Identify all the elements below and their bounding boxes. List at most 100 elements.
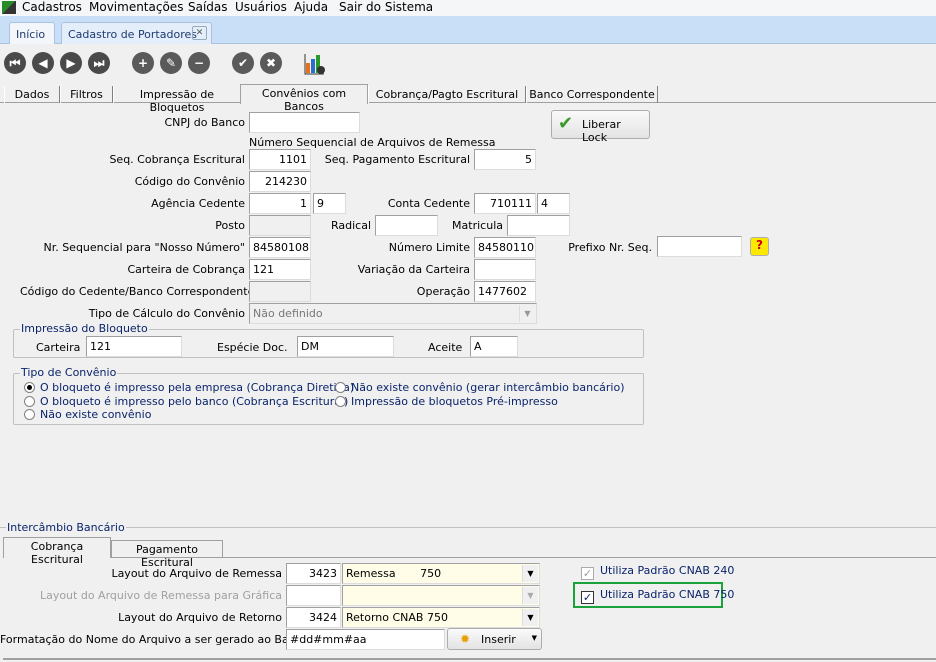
grafica-label: Layout do Arquivo de Remessa para Gráfic… — [39, 589, 282, 602]
first-record-icon[interactable]: ⏮ — [4, 52, 26, 74]
radio-cobranca-escritural[interactable]: O bloqueto é impresso pelo banco (Cobran… — [24, 395, 348, 408]
tab-cadastro-portadores[interactable]: Cadastro de Portadores ✕ — [61, 22, 212, 44]
menu-movimentacoes[interactable]: Movimentações — [89, 0, 183, 14]
cedente-corr-input — [249, 281, 311, 302]
remove-icon[interactable]: − — [188, 52, 210, 74]
remessa-label: Layout do Arquivo de Remessa — [111, 567, 282, 580]
retorno-code-input[interactable]: 3424 — [286, 607, 341, 628]
prefixo-input[interactable] — [657, 236, 742, 257]
tab-convenios-bancos[interactable]: Convênios com Bancos — [240, 84, 368, 113]
limite-label: Número Limite — [388, 241, 470, 254]
last-record-icon[interactable]: ⏭ — [88, 52, 110, 74]
check-icon: ✔ — [558, 113, 574, 134]
carteira-input[interactable]: 121 — [249, 259, 311, 280]
tab-filtros[interactable]: Filtros — [60, 86, 113, 103]
radio-nao-existe[interactable]: Não existe convênio — [24, 408, 151, 421]
especie-input[interactable]: DM — [297, 336, 394, 357]
close-icon[interactable]: ✕ — [192, 26, 207, 40]
retorno-select[interactable]: Retorno CNAB 750 ▼ — [342, 607, 540, 628]
matricula-input[interactable] — [507, 215, 570, 236]
tab-cobranca-pagto[interactable]: Cobrança/Pagto Escritural — [368, 86, 526, 103]
tab-impressao-bloquetos[interactable]: Impressão de Bloquetos — [113, 86, 241, 114]
codigo-convenio-label: Código do Convênio — [134, 175, 245, 188]
posto-input — [249, 215, 311, 236]
agencia-label: Agência Cedente — [151, 197, 245, 210]
menu-usuarios[interactable]: Usuários — [235, 0, 287, 14]
radio-gerar-intercambio[interactable]: Não existe convênio (gerar intercâmbio b… — [335, 381, 625, 394]
cnab750-checkbox[interactable]: ✓ Utiliza Padrão CNAB 750 — [581, 588, 734, 604]
conta-input[interactable]: 710111 — [474, 193, 536, 214]
seq-pag-input[interactable]: 5 — [474, 149, 536, 170]
radio-cobranca-diretiva[interactable]: O bloqueto é impresso pela empresa (Cobr… — [24, 381, 354, 394]
tipo-convenio-title: Tipo de Convênio — [20, 366, 118, 379]
tab-banco-correspondente[interactable]: Banco Correspondente — [526, 86, 658, 103]
menu-saidas[interactable]: Saídas — [188, 0, 228, 14]
seq-pag-label: Seq. Pagamento Escritural — [324, 153, 470, 166]
operacao-input[interactable]: 1477602 — [474, 281, 536, 302]
cedente-corr-label: Código do Cedente/Banco Correspondente — [20, 285, 255, 298]
conta-label: Conta Cedente — [387, 197, 470, 210]
cancel-icon[interactable]: ✖ — [260, 52, 282, 74]
chevron-down-icon: ▼ — [519, 305, 535, 322]
nosso-numero-input[interactable]: 84580108 — [249, 237, 311, 258]
agencia-input[interactable]: 1 — [249, 193, 311, 214]
tipo-calculo-label: Tipo de Cálculo do Convênio — [88, 307, 245, 320]
menu-bar: Cadastros Movimentações Saídas Usuários … — [0, 0, 936, 16]
chevron-down-icon: ▼ — [522, 565, 538, 582]
tab-dados[interactable]: Dados — [4, 86, 60, 103]
limite-input[interactable]: 84580110 — [474, 237, 536, 258]
remessa-select[interactable]: Remessa 750 ▼ — [342, 563, 540, 584]
imp-carteira-input[interactable]: 121 — [86, 336, 182, 357]
cnpj-label: CNPJ do Banco — [164, 116, 245, 129]
cnab240-checkbox[interactable]: ✓ Utiliza Padrão CNAB 240 — [581, 564, 734, 580]
tab-pagamento-escritural[interactable]: Pagamento Escritural — [111, 540, 223, 569]
form-tabs: Dados Filtros Impressão de Bloquetos Con… — [0, 84, 936, 114]
radical-input[interactable] — [375, 215, 438, 236]
edit-icon[interactable]: ✎ — [160, 52, 182, 74]
carteira-label: Carteira de Cobrança — [127, 263, 245, 276]
menu-ajuda[interactable]: Ajuda — [294, 0, 328, 14]
insert-icon: ✹ — [460, 632, 471, 646]
liberar-lock-button[interactable]: ✔ Liberar Lock — [551, 110, 650, 144]
especie-label: Espécie Doc. — [217, 341, 288, 354]
imp-carteira-label: Carteira — [36, 341, 81, 354]
inserir-button[interactable]: ✹ Inserir ▼ — [447, 628, 542, 650]
conta-dv-input[interactable]: 4 — [537, 193, 570, 214]
menu-sair[interactable]: Sair do Sistema — [339, 0, 433, 14]
radio-pre-impresso[interactable]: Impressão de bloquetos Pré-impresso — [335, 395, 558, 408]
previous-record-icon[interactable]: ◀ — [32, 52, 54, 74]
remessa-code-input[interactable]: 3423 — [286, 563, 341, 584]
aceite-input[interactable]: A — [470, 336, 518, 357]
seq-cob-input[interactable]: 1101 — [249, 149, 311, 170]
formatacao-input[interactable]: #dd#mm#aa — [286, 629, 445, 650]
intercambio-title: Intercâmbio Bancário — [6, 521, 126, 534]
impressao-title: Impressão do Bloqueto — [20, 322, 149, 335]
chart-settings-icon[interactable] — [304, 53, 326, 75]
prefixo-label: Prefixo Nr. Seq. — [568, 241, 652, 254]
variacao-input[interactable] — [474, 259, 536, 280]
variacao-label: Variação da Carteira — [357, 263, 470, 276]
confirm-icon[interactable]: ✔ — [232, 52, 254, 74]
posto-label: Posto — [215, 219, 245, 232]
tipo-calculo-select: Não definido ▼ — [249, 303, 537, 324]
app-icon — [2, 1, 16, 14]
help-icon[interactable]: ? — [750, 237, 769, 256]
grafica-select: ▼ — [342, 585, 540, 606]
tab-inicio[interactable]: Início — [9, 22, 55, 44]
tab-label: Cadastro de Portadores — [68, 28, 197, 41]
agencia-dv-input[interactable]: 9 — [313, 193, 346, 214]
seq-cob-label: Seq. Cobrança Escritural — [109, 153, 245, 166]
add-icon[interactable]: + — [132, 52, 154, 74]
next-record-icon[interactable]: ▶ — [60, 52, 82, 74]
seq-header: Número Sequencial de Arquivos de Remessa — [249, 136, 496, 149]
aceite-label: Aceite — [428, 341, 463, 354]
matricula-label: Matricula — [452, 219, 503, 232]
tab-cobranca-escritural[interactable]: Cobrança Escritural — [3, 537, 111, 566]
cnpj-input[interactable] — [249, 112, 360, 133]
operacao-label: Operação — [416, 285, 470, 298]
chevron-down-icon: ▼ — [522, 609, 538, 626]
codigo-convenio-input[interactable]: 214230 — [249, 171, 311, 192]
formatacao-label: Formatação do Nome do Arquivo a ser gera… — [0, 633, 309, 646]
chevron-down-icon: ▼ — [522, 587, 538, 604]
menu-cadastros[interactable]: Cadastros — [22, 0, 82, 14]
